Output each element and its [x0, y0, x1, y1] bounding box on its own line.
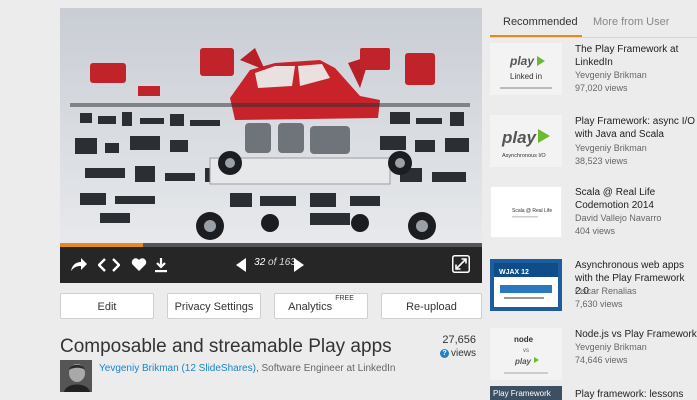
fullscreen-icon[interactable] — [452, 255, 470, 278]
embed-icon[interactable] — [97, 257, 121, 278]
author-line: Yevgeniy Brikman (12 SlideShares), Softw… — [99, 363, 395, 374]
current-page: 32 — [254, 257, 266, 268]
edit-label: Edit — [97, 301, 117, 313]
tab-recommended[interactable]: Recommended — [503, 16, 578, 28]
list-item[interactable]: Scala @ Real Life Scala @ Real Life Code… — [490, 186, 697, 246]
rec-thumbnail[interactable]: play Asynchronous I/O — [490, 115, 562, 167]
rec-views: 7,630 views — [575, 299, 623, 309]
rec-thumbnail[interactable]: WJAX 12 — [490, 259, 562, 311]
slide-image[interactable] — [60, 8, 482, 243]
thumb-text: Scala @ Real Life — [512, 208, 552, 214]
viewer-controls: 32 of 163 — [60, 247, 482, 283]
tab-divider — [490, 37, 697, 38]
rec-title[interactable]: Scala @ Real Life Codemotion 2014 — [575, 186, 697, 212]
rec-views: 38,523 views — [575, 156, 628, 166]
share-icon[interactable] — [70, 257, 88, 278]
rec-thumbnail[interactable]: Play Framework — [490, 386, 562, 400]
heart-icon[interactable] — [131, 257, 147, 277]
thumb-sub: vs — [523, 348, 529, 354]
rec-author[interactable]: David Vallejo Navarro — [575, 213, 661, 223]
author-link[interactable]: Yevgeniy Brikman (12 SlideShares) — [99, 363, 256, 374]
rec-title[interactable]: The Play Framework at LinkedIn — [575, 43, 697, 69]
list-item[interactable]: Play Framework Play framework: lessons — [490, 386, 697, 400]
presentation-title: Composable and streamable Play apps — [60, 336, 392, 357]
list-item[interactable]: play Linked in The Play Framework at Lin… — [490, 43, 697, 103]
rec-views: 97,020 views — [575, 83, 628, 93]
list-item[interactable]: node vs play Node.js vs Play Framework Y… — [490, 328, 697, 388]
rec-author[interactable]: Yevgeniy Brikman — [575, 70, 647, 80]
privacy-settings-button[interactable]: Privacy Settings — [167, 293, 261, 319]
rec-thumbnail[interactable]: node vs play — [490, 328, 562, 380]
thumb-text: node — [514, 335, 534, 344]
rec-author[interactable]: Yevgeniy Brikman — [575, 143, 647, 153]
next-arrow-icon[interactable] — [293, 257, 305, 278]
analytics-button[interactable]: Analytics FREE — [274, 293, 368, 319]
rec-views: 404 views — [575, 226, 616, 236]
thumb-sub: Linked in — [510, 72, 542, 81]
active-tab-indicator — [490, 35, 582, 37]
views-count: 27,656 — [442, 334, 476, 346]
rec-title[interactable]: Node.js vs Play Framework — [575, 328, 697, 341]
rec-thumbnail[interactable]: Scala @ Real Life — [490, 186, 562, 238]
reupload-label: Re-upload — [406, 301, 457, 313]
rec-thumbnail[interactable]: play Linked in — [490, 43, 562, 95]
rec-title[interactable]: Play Framework: async I/O with Java and … — [575, 115, 697, 141]
thumb-text2: play — [514, 357, 532, 366]
page-separator: of — [268, 257, 277, 268]
rec-author[interactable]: Oscar Renalias — [575, 286, 637, 296]
views-label: views — [450, 348, 476, 359]
avatar[interactable] — [60, 360, 92, 392]
analytics-label: Analytics — [288, 301, 333, 313]
views-label-wrap: ? views — [439, 348, 476, 359]
rec-author[interactable]: Yevgeniy Brikman — [575, 342, 647, 352]
rec-views: 74,646 views — [575, 355, 628, 365]
car-parts-photo — [60, 8, 482, 243]
rec-title[interactable]: Play framework: lessons — [575, 388, 697, 400]
thumb-text: play — [501, 128, 538, 147]
tab-more-from-user[interactable]: More from User — [593, 16, 669, 28]
slide-viewer: 32 of 163 — [60, 8, 482, 283]
download-icon[interactable] — [154, 257, 168, 278]
edit-button[interactable]: Edit — [60, 293, 154, 319]
thumb-text: Play Framework — [493, 389, 552, 398]
thumb-text: WJAX 12 — [499, 269, 529, 276]
thumb-text: play — [509, 54, 535, 68]
info-icon[interactable]: ? — [439, 348, 449, 358]
thumb-sub: Asynchronous I/O — [502, 153, 546, 159]
list-item[interactable]: play Asynchronous I/O Play Framework: as… — [490, 115, 697, 175]
privacy-label: Privacy Settings — [174, 301, 254, 313]
author-role: , Software Engineer at LinkedIn — [255, 363, 396, 374]
analytics-free-badge: FREE — [335, 295, 354, 302]
list-item[interactable]: WJAX 12 Asynchronous web apps with the P… — [490, 259, 697, 319]
reupload-button[interactable]: Re-upload — [381, 293, 482, 319]
